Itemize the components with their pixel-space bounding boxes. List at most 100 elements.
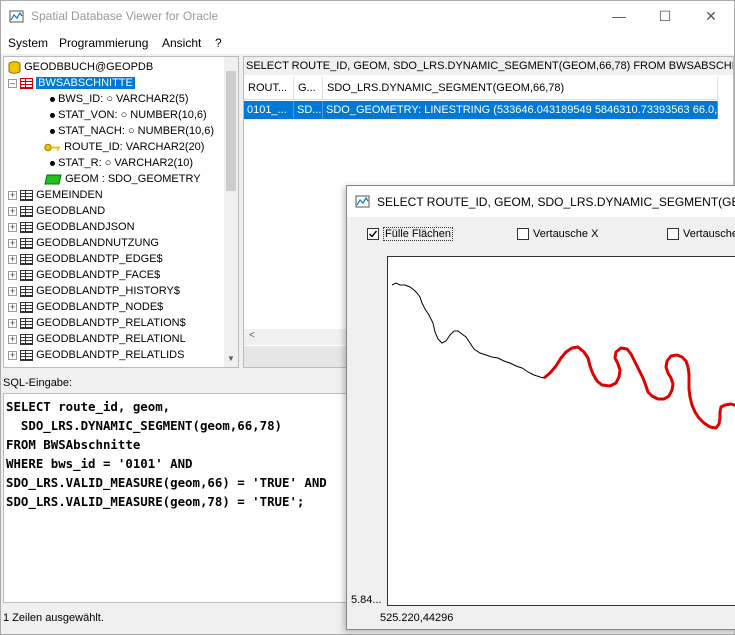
menu-system[interactable]: System xyxy=(8,36,48,50)
geometry-plot xyxy=(391,282,735,430)
tree-table-label: GEMEINDEN xyxy=(36,189,103,201)
close-button[interactable]: ✕ xyxy=(688,1,734,32)
tree-table-item[interactable]: + GEODBLAND xyxy=(8,203,105,219)
table-icon xyxy=(20,205,34,217)
tree-table-label: GEODBLANDNUTZUNG xyxy=(36,237,159,249)
checkbox-label: Fülle Flächen xyxy=(383,227,454,241)
checkbox-box[interactable] xyxy=(367,228,379,241)
tree-root-label: GEODBBUCH@GEOPDB xyxy=(24,61,154,73)
tree-column[interactable]: STAT_NACH: ○ NUMBER(10,6) xyxy=(50,123,214,139)
checkbox-box[interactable] xyxy=(517,228,529,241)
tree-table-item[interactable]: + GEODBLANDTP_RELATLIDS xyxy=(8,347,184,363)
expand-icon[interactable]: + xyxy=(8,270,17,280)
tree-column[interactable]: GEOM : SDO_GEOMETRY xyxy=(44,171,201,187)
coord-y-label: 5.84... xyxy=(351,594,382,606)
swap-checkbox[interactable]: Vertausche xyxy=(667,228,735,241)
table-icon xyxy=(20,77,34,89)
tree-column-label: STAT_VON: ○ NUMBER(10,6) xyxy=(58,109,207,121)
tree-table-item[interactable]: + GEODBLANDTP_HISTORY$ xyxy=(8,283,180,299)
tree-table-item[interactable]: + GEODBLANDJSON xyxy=(8,219,135,235)
table-icon xyxy=(20,253,34,265)
expand-icon[interactable]: + xyxy=(8,238,17,248)
expand-icon[interactable]: + xyxy=(8,206,17,216)
tree-table-item[interactable]: + GEODBLANDTP_RELATION$ xyxy=(8,315,186,331)
menu-ansicht[interactable]: Ansicht xyxy=(162,36,201,50)
cell-route-id[interactable]: 0101_... xyxy=(244,101,294,119)
column-bullet-icon xyxy=(50,96,55,102)
tree-table-item[interactable]: + GEODBLANDNUTZUNG xyxy=(8,235,159,251)
main-window: Spatial Database Viewer for Oracle — ☐ ✕… xyxy=(0,0,735,635)
tree-table-label: BWSABSCHNITTE xyxy=(36,77,135,89)
route-line xyxy=(391,282,545,379)
column-bullet-icon xyxy=(50,128,55,134)
geometry-canvas[interactable] xyxy=(387,256,735,606)
coord-x-label: 525.220,44296 xyxy=(380,612,454,624)
tree-column[interactable]: STAT_VON: ○ NUMBER(10,6) xyxy=(50,107,207,123)
table-icon xyxy=(20,301,34,313)
expand-icon[interactable]: + xyxy=(8,350,17,360)
tree-column-label: STAT_R: ○ VARCHAR2(10) xyxy=(58,157,194,169)
menu-programmierung[interactable]: Programmierung xyxy=(59,36,148,50)
tree-table-item[interactable]: + GEODBLANDTP_FACE$ xyxy=(8,267,160,283)
expand-icon[interactable]: + xyxy=(8,190,17,200)
tree-table-bwsabschnitte[interactable]: – BWSABSCHNITTE xyxy=(8,75,135,91)
database-icon xyxy=(8,60,21,74)
expand-icon[interactable]: + xyxy=(8,334,17,344)
tree-column-label: STAT_NACH: ○ NUMBER(10,6) xyxy=(58,125,215,137)
scroll-left-icon[interactable]: < xyxy=(249,330,255,341)
tree-root[interactable]: GEODBBUCH@GEOPDB xyxy=(8,59,153,75)
tree-table-label: GEODBLANDJSON xyxy=(36,221,135,233)
tree-column[interactable]: BWS_ID: ○ VARCHAR2(5) xyxy=(50,91,189,107)
title-bar: Spatial Database Viewer for Oracle — ☐ ✕ xyxy=(1,1,734,32)
key-icon xyxy=(44,143,60,151)
expand-icon[interactable]: + xyxy=(8,254,17,264)
maximize-button[interactable]: ☐ xyxy=(642,1,688,32)
table-icon xyxy=(20,333,34,345)
tree-table-item[interactable]: + GEODBLANDTP_RELATIONL xyxy=(8,331,186,347)
col-header-geom[interactable]: G... xyxy=(294,77,323,100)
collapse-icon[interactable]: – xyxy=(8,78,17,88)
tree-table-label: GEODBLANDTP_RELATLIDS xyxy=(36,349,185,361)
cell-geom[interactable]: SD... xyxy=(294,101,323,119)
tree-scroll-thumb[interactable] xyxy=(226,71,236,191)
checkbox-label: Vertausche X xyxy=(533,228,599,240)
schema-tree[interactable]: GEODBBUCH@GEOPDB – BWSABSCHNITTE BWS_ID:… xyxy=(3,56,239,368)
tree-table-item[interactable]: + GEMEINDEN xyxy=(8,187,103,203)
col-header-route-id[interactable]: ROUT... xyxy=(244,77,294,100)
tree-table-item[interactable]: + GEODBLANDTP_EDGE$ xyxy=(8,251,163,267)
checkbox-box[interactable] xyxy=(667,228,679,241)
table-icon xyxy=(20,349,34,361)
tree-vertical-scrollbar[interactable]: ▼ xyxy=(224,57,238,367)
fill-areas-checkbox[interactable]: Fülle Flächen xyxy=(367,227,454,241)
scroll-down-icon[interactable]: ▼ xyxy=(227,354,235,363)
popup-title-bar: SELECT ROUTE_ID, GEOM, SDO_LRS.DYNAMIC_S… xyxy=(347,186,735,217)
dynamic-segment-line xyxy=(543,345,735,430)
expand-icon[interactable]: + xyxy=(8,222,17,232)
swap-x-checkbox[interactable]: Vertausche X xyxy=(517,228,599,241)
tree-column[interactable]: ROUTE_ID: VARCHAR2(20) xyxy=(44,139,204,155)
checkmark-icon xyxy=(369,230,378,238)
popup-app-icon xyxy=(355,195,370,208)
expand-icon[interactable]: + xyxy=(8,302,17,312)
tree-column[interactable]: STAT_R: ○ VARCHAR2(10) xyxy=(50,155,193,171)
expand-icon[interactable]: + xyxy=(8,318,17,328)
result-query-header: SELECT ROUTE_ID, GEOM, SDO_LRS.DYNAMIC_S… xyxy=(244,57,733,75)
tree-table-label: GEODBLANDTP_EDGE$ xyxy=(36,253,163,265)
tree-table-item[interactable]: + GEODBLANDTP_NODE$ xyxy=(8,299,163,315)
app-icon xyxy=(9,10,24,23)
sql-editor[interactable]: SELECT route_id, geom, SDO_LRS.DYNAMIC_S… xyxy=(3,393,349,603)
tree-table-label: GEODBLAND xyxy=(36,205,106,217)
tree-table-label: GEODBLANDTP_RELATIONL xyxy=(36,333,186,345)
tree-table-label: GEODBLANDTP_FACE$ xyxy=(36,269,161,281)
column-bullet-icon xyxy=(50,160,55,166)
column-bullet-icon xyxy=(50,112,55,118)
menu-help[interactable]: ? xyxy=(215,36,222,50)
cell-dynamic-segment[interactable]: SDO_GEOMETRY: LINESTRING (533646.0431895… xyxy=(323,101,718,119)
minimize-button[interactable]: — xyxy=(596,1,642,32)
expand-icon[interactable]: + xyxy=(8,286,17,296)
geometry-icon xyxy=(44,174,62,185)
table-icon xyxy=(20,237,34,249)
table-icon xyxy=(20,221,34,233)
table-icon xyxy=(20,189,34,201)
col-header-dynamic-segment[interactable]: SDO_LRS.DYNAMIC_SEGMENT(GEOM,66,78) xyxy=(323,77,718,100)
